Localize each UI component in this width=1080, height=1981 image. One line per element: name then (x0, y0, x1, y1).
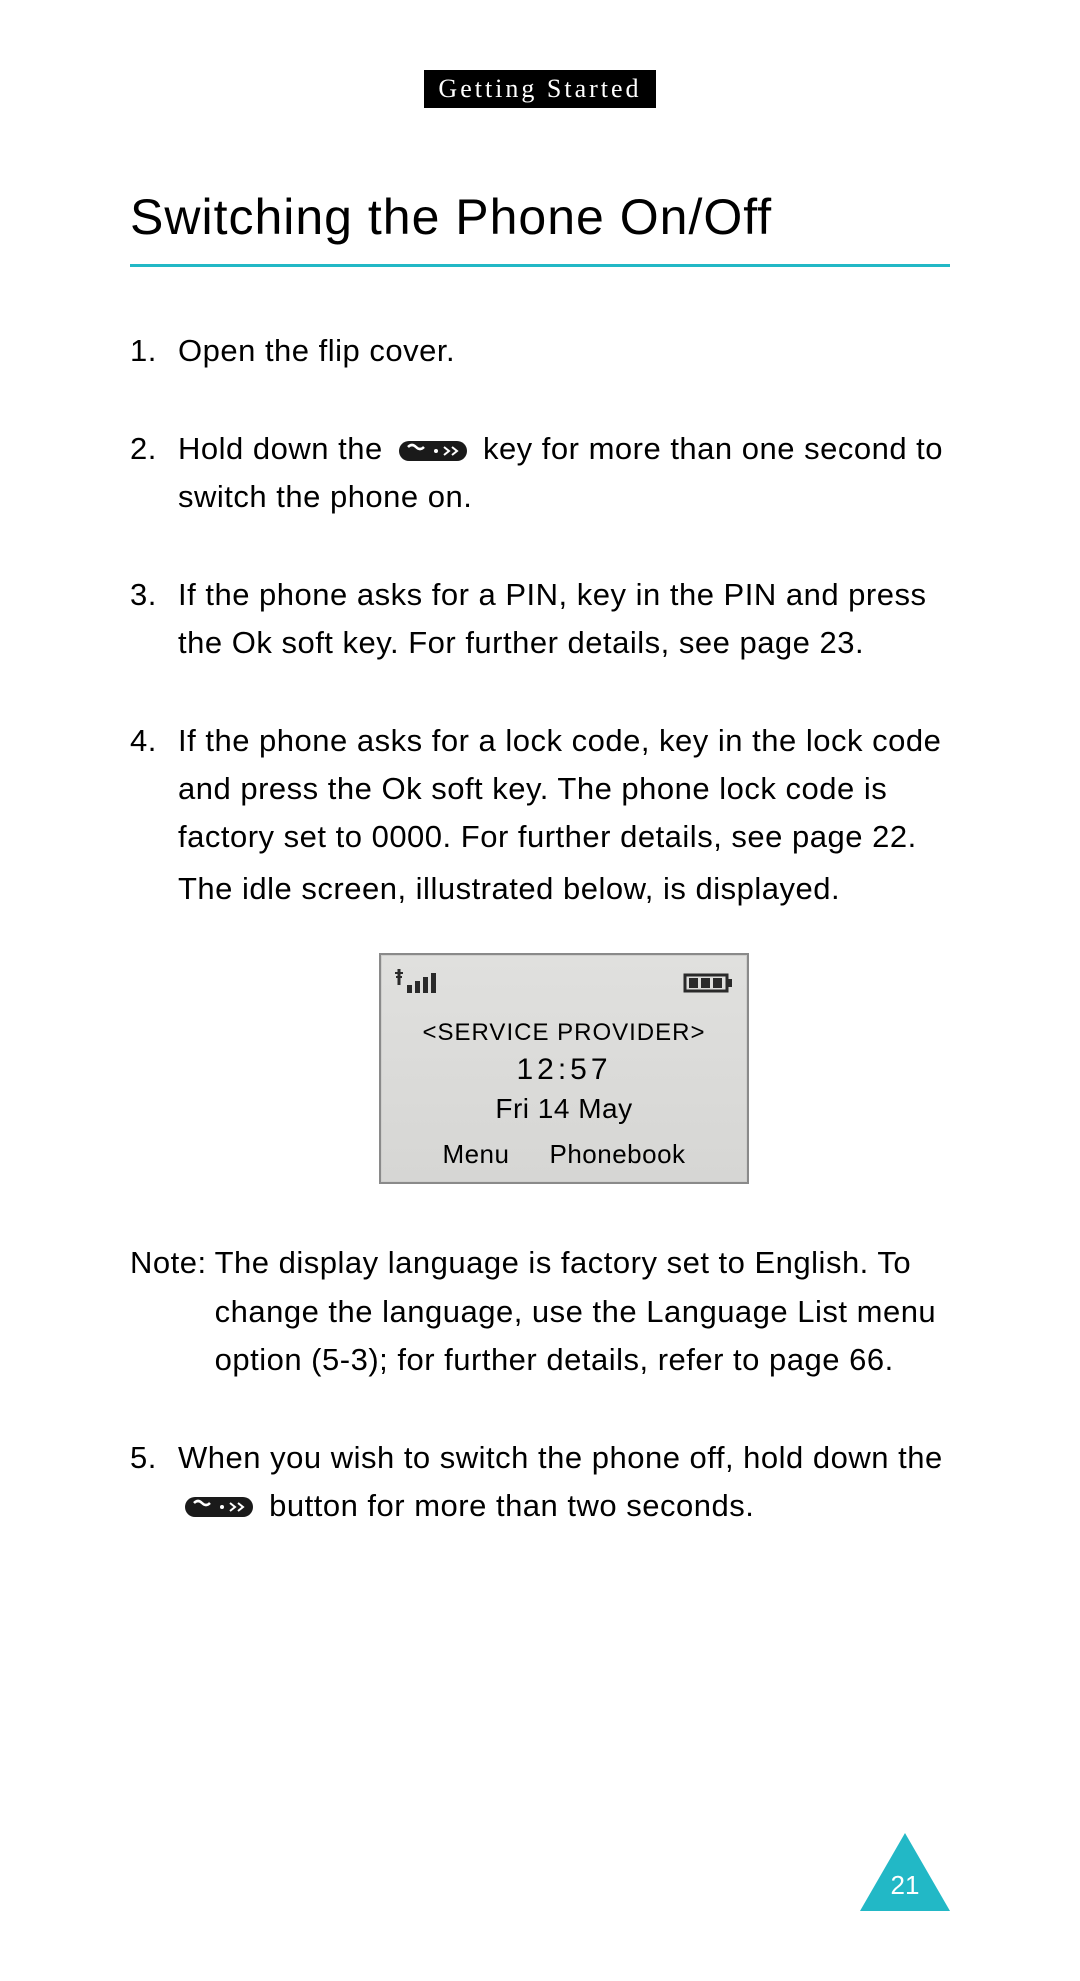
step-number: 4. (130, 717, 157, 765)
note-label: Note: (130, 1239, 215, 1383)
step-text-b: soft key. For further details, see page … (272, 625, 864, 660)
phone-time: 12:57 (389, 1050, 739, 1091)
step-text: Open the flip cover. (178, 333, 455, 368)
page-number: 21 (860, 1870, 950, 1901)
note-block: Note: The display language is factory se… (130, 1239, 950, 1383)
power-key-icon (398, 437, 468, 465)
phone-status-bar (381, 955, 747, 1015)
chapter-tag: Getting Started (424, 70, 655, 108)
step-number: 5. (130, 1434, 157, 1482)
manual-page: Getting Started Switching the Phone On/O… (0, 0, 1080, 1981)
note-text: The display language is factory set to E… (215, 1239, 950, 1383)
steps-list: 1. Open the flip cover. 2. Hold down the… (130, 327, 950, 1184)
step-3: 3. If the phone asks for a PIN, key in t… (130, 571, 950, 667)
phone-softkeys: Menu Phonebook (381, 1134, 747, 1182)
softkey-right: Phonebook (549, 1134, 685, 1174)
battery-icon (681, 963, 735, 1011)
phone-screen: <SERVICE PROVIDER> 12:57 Fri 14 May Menu… (379, 953, 749, 1184)
step-follow-text: The idle screen, illustrated below, is d… (178, 865, 950, 913)
power-key-icon (184, 1493, 254, 1521)
page-title: Switching the Phone On/Off (130, 188, 950, 246)
step-number: 1. (130, 327, 157, 375)
steps-list-continued: 5. When you wish to switch the phone off… (130, 1434, 950, 1530)
step-text-pre: When you wish to switch the phone off, h… (178, 1440, 943, 1475)
phone-body: <SERVICE PROVIDER> 12:57 Fri 14 May (381, 1015, 747, 1134)
step-2: 2. Hold down the key for more than one s… (130, 425, 950, 521)
service-provider-text: <SERVICE PROVIDER> (389, 1017, 739, 1049)
step-4: 4. If the phone asks for a lock code, ke… (130, 717, 950, 1184)
signal-icon (393, 963, 443, 1011)
phone-screen-illustration: <SERVICE PROVIDER> 12:57 Fri 14 May Menu… (178, 953, 950, 1184)
step-number: 2. (130, 425, 157, 473)
step-5: 5. When you wish to switch the phone off… (130, 1434, 950, 1530)
ok-key-label: Ok (381, 771, 422, 806)
step-number: 3. (130, 571, 157, 619)
phone-date: Fri 14 May (389, 1090, 739, 1128)
ok-key-label: Ok (232, 625, 273, 660)
softkey-left: Menu (442, 1134, 509, 1174)
step-1: 1. Open the flip cover. (130, 327, 950, 375)
title-rule (130, 264, 950, 267)
step-text-post: button for more than two seconds. (269, 1488, 754, 1523)
page-number-marker: 21 (860, 1833, 950, 1911)
step-text-pre: Hold down the (178, 431, 392, 466)
